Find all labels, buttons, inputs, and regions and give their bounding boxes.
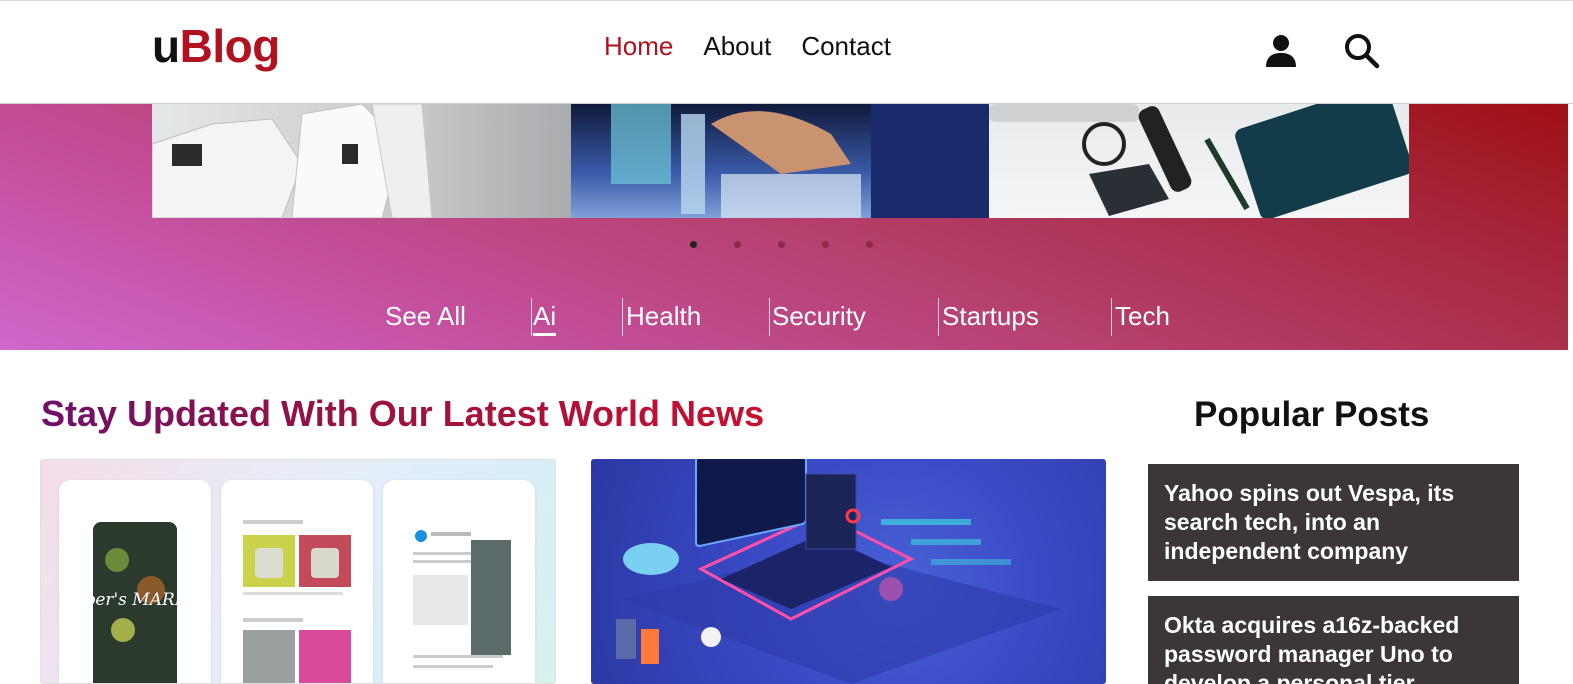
popular-posts-heading: Popular Posts xyxy=(1194,395,1430,434)
nav-contact[interactable]: Contact xyxy=(801,33,891,59)
site-header: uBlog Home About Contact xyxy=(0,0,1573,104)
user-icon[interactable] xyxy=(1262,31,1300,69)
carousel-dots xyxy=(690,241,873,248)
popular-post-item[interactable]: Yahoo spins out Vespa, its search tech, … xyxy=(1148,464,1519,581)
main-nav: Home About Contact xyxy=(604,33,891,59)
tab-security[interactable]: Security xyxy=(772,298,866,338)
tab-tech[interactable]: Tech xyxy=(1115,298,1170,338)
carousel-dot-4[interactable] xyxy=(822,241,829,248)
site-logo[interactable]: uBlog xyxy=(152,23,280,69)
tab-separator xyxy=(622,298,623,336)
phone-mockup xyxy=(221,480,373,683)
carousel-dot-1[interactable] xyxy=(690,241,697,248)
carousel-dot-5[interactable] xyxy=(866,241,873,248)
news-card-shopping[interactable]: Jasper's MARKET xyxy=(40,459,556,684)
carousel-dot-2[interactable] xyxy=(734,241,741,248)
slide-gadgets-image[interactable] xyxy=(989,104,1409,218)
slide-robot-image[interactable] xyxy=(152,104,571,218)
tab-see-all[interactable]: See All xyxy=(385,298,466,338)
nav-home[interactable]: Home xyxy=(604,33,673,59)
tab-startups[interactable]: Startups xyxy=(942,298,1039,338)
logo-blog: Blog xyxy=(179,20,281,72)
tab-ai[interactable]: Ai xyxy=(533,298,557,338)
phone-mockup: Jasper's MARKET xyxy=(56,480,213,683)
jaspers-market-text: Jasper's MARKET xyxy=(59,590,211,610)
tab-separator xyxy=(938,298,939,336)
tab-separator xyxy=(531,298,532,336)
popular-post-item[interactable]: Okta acquires a16z-backed password manag… xyxy=(1148,596,1519,684)
tab-separator xyxy=(769,298,770,336)
logo-u: u xyxy=(152,20,180,72)
carousel-dot-3[interactable] xyxy=(778,241,785,248)
nav-about[interactable]: About xyxy=(703,33,771,59)
news-card-computer[interactable] xyxy=(591,459,1106,684)
category-tabs: See All Ai Health Security Startups Tech xyxy=(0,298,1568,340)
search-icon[interactable] xyxy=(1342,31,1380,69)
tab-health[interactable]: Health xyxy=(626,298,701,338)
tab-separator xyxy=(1111,298,1112,336)
phone-mockup xyxy=(383,480,535,683)
slide-medical-image[interactable] xyxy=(571,104,989,218)
hero-banner: See All Ai Health Security Startups Tech xyxy=(0,104,1568,350)
latest-news-heading: Stay Updated With Our Latest World News xyxy=(41,393,765,434)
